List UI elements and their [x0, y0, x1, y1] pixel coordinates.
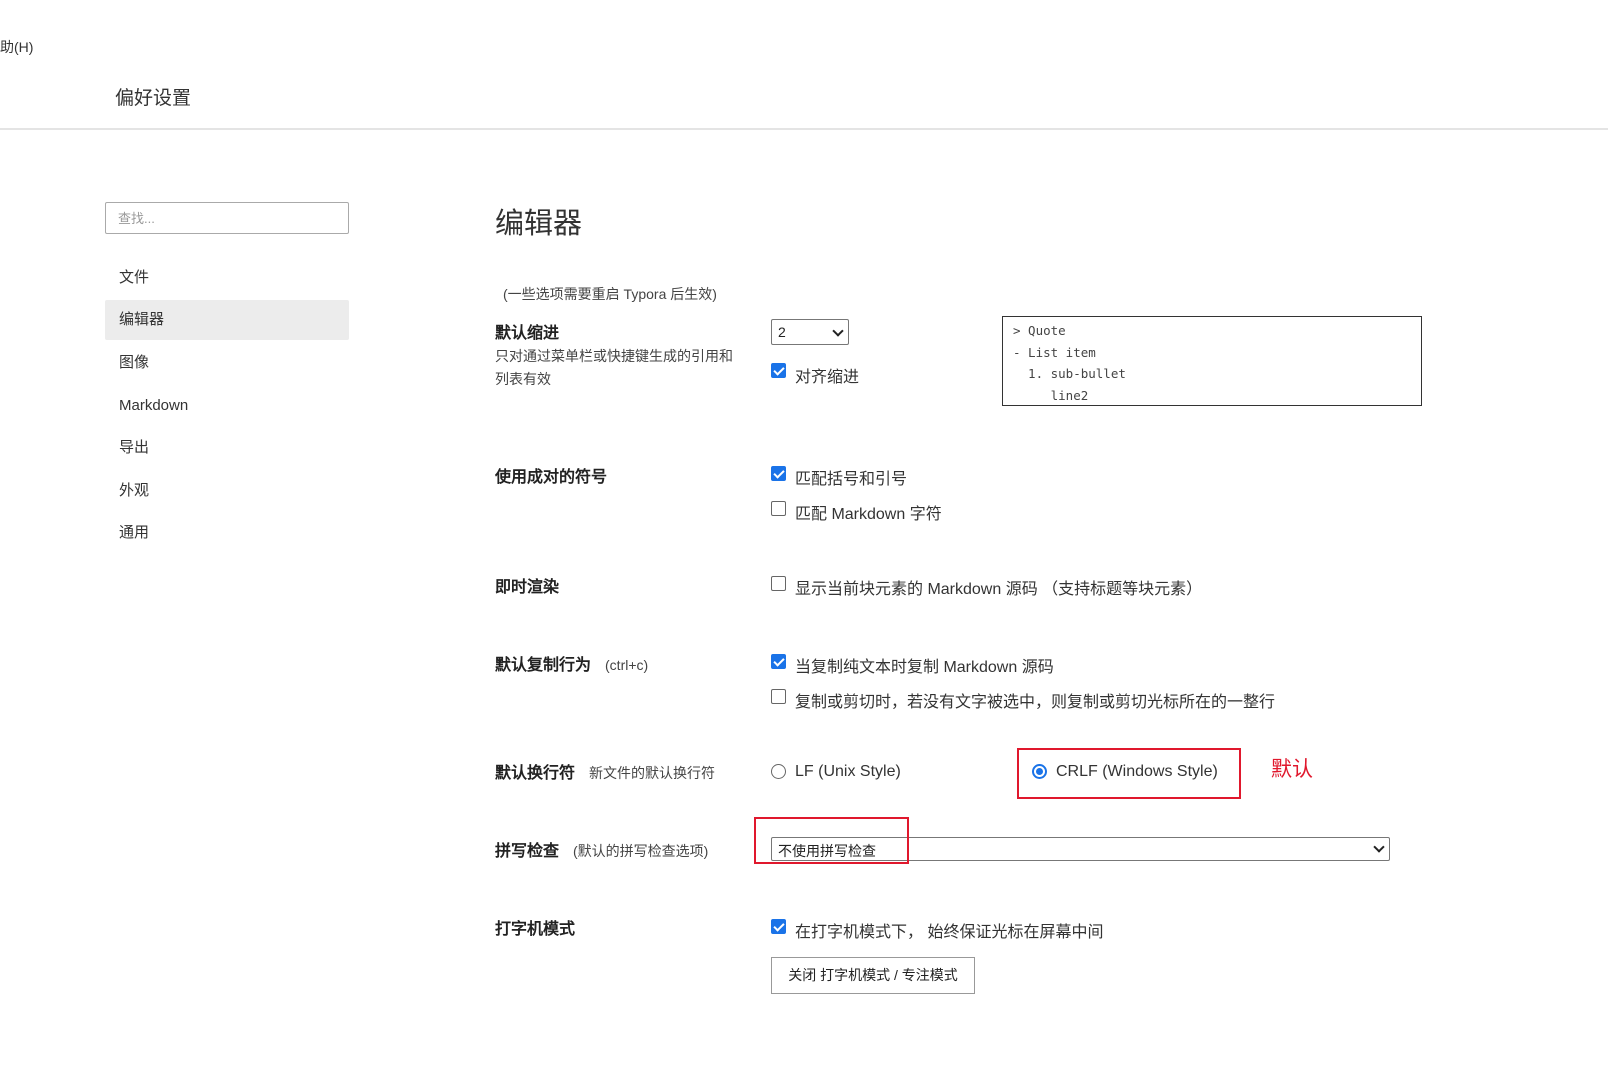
spellcheck-label: 拼写检查 (默认的拼写检查选项) — [495, 837, 708, 861]
copy-whole-line-label: 复制或剪切时，若没有文字被选中，则复制或剪切光标所在的一整行 — [795, 694, 1276, 711]
search-input[interactable] — [105, 202, 349, 234]
typewriter-center-label: 在打字机模式下， 始终保证光标在屏幕中间 — [795, 924, 1104, 941]
default-annotation: 默认 — [1271, 758, 1313, 781]
copy-label: 默认复制行为 (ctrl+c) — [495, 651, 648, 675]
copy-shortcut: (ctrl+c) — [605, 657, 649, 673]
indent-select[interactable]: 2 — [771, 319, 849, 345]
indent-description: 只对通过菜单栏或快捷键生成的引用和列表有效 — [495, 348, 733, 387]
header-divider — [0, 128, 1608, 130]
copy-label-text: 默认复制行为 — [495, 657, 592, 674]
spellcheck-hint: (默认的拼写检查选项) — [573, 843, 709, 859]
spellcheck-label-text: 拼写检查 — [495, 843, 560, 860]
typewriter-label: 打字机模式 — [495, 921, 576, 938]
sidebar-item-export[interactable]: 导出 — [105, 428, 349, 468]
sidebar-item-editor[interactable]: 编辑器 — [105, 300, 349, 340]
line-ending-label: 默认换行符 新文件的默认换行符 — [495, 759, 715, 783]
lf-radio[interactable] — [771, 764, 786, 779]
page-title: 编辑器 — [495, 208, 583, 240]
lf-label: LF (Unix Style) — [795, 763, 901, 780]
chevron-down-icon — [1373, 841, 1385, 853]
copy-markdown-checkbox[interactable] — [771, 654, 786, 669]
match-brackets-checkbox[interactable] — [771, 466, 786, 481]
pairs-label: 使用成对的符号 — [495, 469, 608, 486]
line-ending-label-text: 默认换行符 — [495, 765, 576, 782]
align-indent-checkbox[interactable] — [771, 363, 786, 378]
preview-line: 1. sub-bullet — [1013, 366, 1126, 381]
indent-select-value: 2 — [778, 324, 786, 340]
indent-preview: > Quote - List item 1. sub-bullet line2 — [1002, 316, 1422, 406]
crlf-radio[interactable] — [1032, 764, 1047, 779]
preview-line: > Quote — [1013, 323, 1066, 338]
show-source-checkbox[interactable] — [771, 576, 786, 591]
window-title: 偏好设置 — [115, 88, 192, 109]
chevron-down-icon — [832, 325, 844, 337]
match-brackets-label: 匹配括号和引号 — [795, 471, 908, 488]
preview-line: - List item — [1013, 344, 1096, 360]
align-indent-label: 对齐缩进 — [795, 369, 860, 386]
close-typewriter-focus-button[interactable]: 关闭 打字机模式 / 专注模式 — [771, 957, 975, 994]
restart-note: (一些选项需要重启 Typora 后生效) — [503, 286, 717, 302]
sidebar-item-image[interactable]: 图像 — [105, 343, 349, 383]
crlf-label: CRLF (Windows Style) — [1056, 763, 1218, 780]
copy-whole-line-checkbox[interactable] — [771, 689, 786, 704]
help-menu-fragment[interactable]: 助(H) — [0, 37, 33, 57]
preview-line: line2 — [1013, 387, 1089, 403]
copy-markdown-label: 当复制纯文本时复制 Markdown 源码 — [795, 659, 1054, 676]
line-ending-hint: 新文件的默认换行符 — [589, 765, 716, 781]
spellcheck-highlight-box — [754, 817, 909, 864]
match-markdown-checkbox[interactable] — [771, 501, 786, 516]
sidebar-item-general[interactable]: 通用 — [105, 513, 349, 553]
sidebar-item-file[interactable]: 文件 — [105, 258, 349, 298]
sidebar-item-appearance[interactable]: 外观 — [105, 471, 349, 511]
match-markdown-label: 匹配 Markdown 字符 — [795, 506, 942, 523]
live-render-label: 即时渲染 — [495, 579, 560, 596]
show-source-label: 显示当前块元素的 Markdown 源码 （支持标题等块元素） — [795, 581, 1203, 598]
typewriter-center-checkbox[interactable] — [771, 919, 786, 934]
indent-label: 默认缩进 — [495, 325, 560, 342]
sidebar-item-markdown[interactable]: Markdown — [105, 386, 349, 426]
